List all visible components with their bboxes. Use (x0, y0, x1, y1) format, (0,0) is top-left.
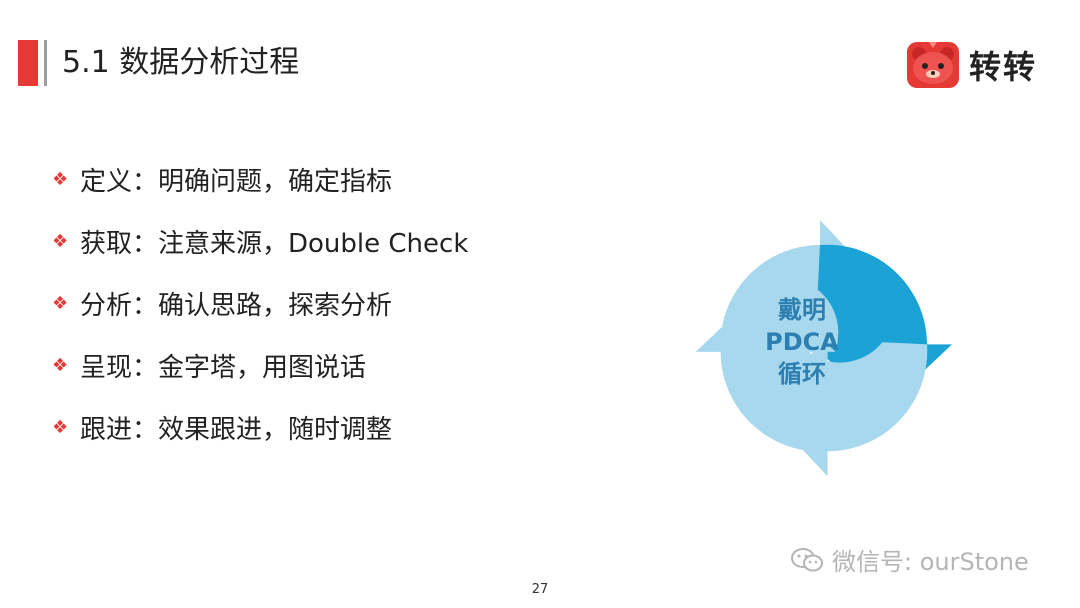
bullet-text: 分析：确认思路，探索分析 (80, 290, 393, 321)
bullet-item: ❖ 分析：确认思路，探索分析 (52, 272, 468, 334)
diamond-bullet-icon: ❖ (52, 416, 69, 438)
segment-label-en: Check (677, 379, 727, 398)
bullet-list: ❖ 定义：明确问题，确定指标 ❖ 获取：注意来源，Double Check ❖ 分析：… (52, 148, 468, 458)
page-number: 27 (531, 582, 549, 597)
zhuanzhuan-logo: 转转 (905, 40, 1037, 90)
bullet-item: ❖ 获取：注意来源，Double Check (52, 210, 468, 272)
segment-label-en: Plan (917, 253, 951, 272)
segment-label-zh: 执行 (876, 451, 908, 470)
logo-text: 转转 (969, 48, 1038, 86)
diamond-bullet-icon: ❖ (52, 292, 69, 314)
diamond-bullet-icon: ❖ (52, 168, 69, 190)
title-accent-bar (18, 40, 38, 86)
bullet-item: ❖ 呈现：金字塔，用图说话 (52, 334, 468, 396)
wechat-icon (791, 547, 823, 571)
segment-label-en: Action (721, 211, 771, 230)
watermark-text: 微信号: ourStone (832, 548, 1029, 576)
center-label-line3: 循环 (778, 360, 826, 388)
bullet-text: 跟进：效果跟进，随时调整 (80, 414, 393, 445)
title-divider (44, 40, 47, 86)
segment-label-en: Do (881, 431, 903, 450)
bullet-text: 获取：注意来源，Double Check (80, 228, 469, 259)
bear-mascot-icon (907, 42, 959, 88)
segment-label-zh: 行动 (730, 231, 762, 250)
wechat-watermark: 微信号: ourStone (790, 542, 1029, 577)
bullet-text: 呈现：金字塔，用图说话 (80, 352, 367, 383)
bullet-item: ❖ 定义：明确问题，确定指标 (52, 148, 468, 210)
bullet-item: ❖ 跟进：效果跟进，随时调整 (52, 396, 468, 458)
pdca-cycle-diagram: 戴明 PDCA 循环 Action 行动 Plan 计划 Do 执行 Check… (677, 211, 952, 477)
segment-label-zh: 检查 (686, 399, 718, 418)
diamond-bullet-icon: ❖ (52, 354, 69, 376)
center-label-line1: 戴明 (778, 296, 826, 324)
bullet-text: 定义：明确问题，确定指标 (80, 166, 393, 197)
segment-label-zh: 计划 (918, 273, 950, 292)
center-label-line2: PDCA (765, 328, 839, 356)
page-title: 5.1 数据分析过程 (62, 45, 300, 80)
diamond-bullet-icon: ❖ (52, 230, 69, 252)
